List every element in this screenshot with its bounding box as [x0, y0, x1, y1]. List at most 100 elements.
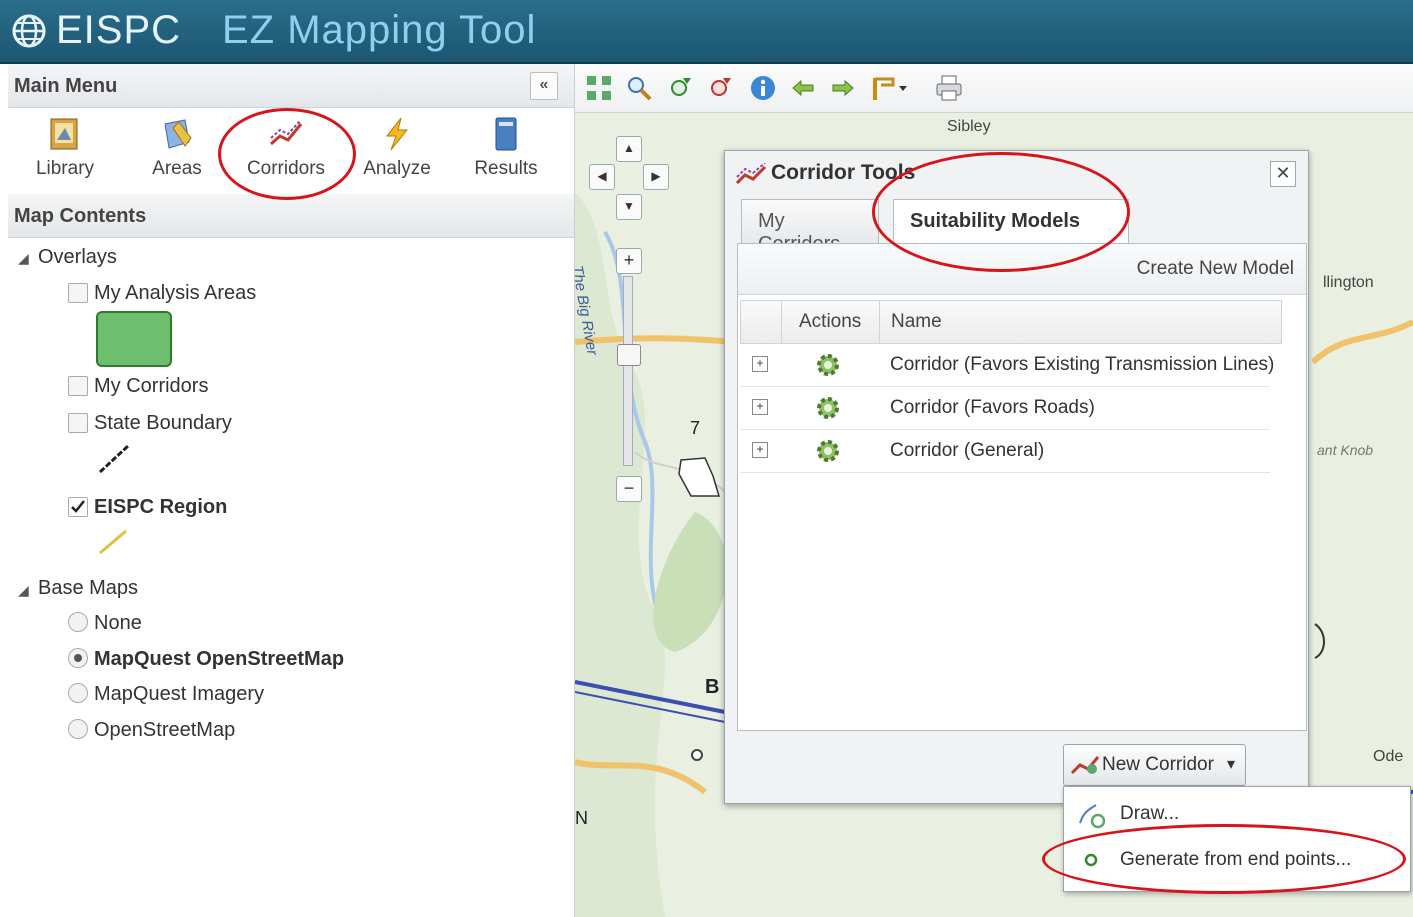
menu-item-analyze[interactable]: Analyze — [352, 116, 442, 180]
forward-arrow-icon[interactable] — [829, 74, 857, 102]
measure-dropdown-icon[interactable] — [869, 74, 909, 102]
map-contents-title: Map Contents — [14, 205, 147, 227]
overlays-expand-arrow-icon[interactable]: ◢ — [18, 250, 29, 267]
app-title-tool: EZ Mapping Tool — [222, 8, 537, 52]
map-label-ellington: llington — [1323, 274, 1374, 291]
overlay-label-state-boundary: State Boundary — [94, 412, 232, 434]
map-label-sibley: Sibley — [947, 118, 991, 135]
zoom-out-icon[interactable] — [707, 74, 735, 102]
state-boundary-line-icon — [98, 444, 130, 474]
menu-item-library[interactable]: Library — [20, 116, 110, 180]
zoom-slider-thumb[interactable] — [617, 344, 641, 366]
pan-left-button[interactable]: ◀ — [589, 164, 615, 190]
gear-icon[interactable] — [814, 394, 842, 422]
tab-my-corridors[interactable]: My Corridors — [741, 199, 879, 255]
menu-item-generate-label: Generate from end points... — [1120, 849, 1352, 870]
menu-item-areas[interactable]: Areas — [132, 116, 222, 180]
basemap-label-mapquest-osm: MapQuest OpenStreetMap — [94, 648, 345, 670]
full-extent-icon[interactable] — [585, 74, 613, 102]
column-header-actions[interactable]: Actions — [799, 311, 861, 333]
suitability-models-panel: Create New Model Actions Name + Corridor… — [737, 243, 1307, 731]
basemap-radio-openstreetmap[interactable] — [68, 719, 88, 739]
analysis-area-swatch — [96, 311, 172, 367]
map-label-ode: Ode — [1373, 748, 1404, 765]
chevron-down-icon: ▾ — [1227, 756, 1236, 773]
table-row[interactable]: + Corridor (Favors Existing Transmission… — [740, 344, 1274, 387]
menu-item-generate[interactable]: Generate from end points... — [1064, 839, 1410, 879]
models-grid-header: Actions Name — [740, 300, 1282, 344]
zoom-tool-icon[interactable] — [625, 74, 653, 102]
basemaps-expand-arrow-icon[interactable]: ◢ — [18, 582, 29, 599]
new-corridor-button[interactable]: New Corridor ▾ — [1063, 744, 1246, 786]
new-corridor-icon — [1070, 756, 1100, 775]
menu-item-label: Areas — [152, 158, 202, 179]
create-model-bar: Create New Model — [738, 244, 1306, 295]
app-title-bar: EISPC EZ Mapping Tool — [0, 0, 1413, 64]
expand-row-icon[interactable]: + — [752, 399, 768, 415]
zoom-in-button[interactable]: + — [616, 248, 642, 274]
gear-icon[interactable] — [814, 351, 842, 379]
column-header-name[interactable]: Name — [891, 311, 942, 333]
menu-item-label: Library — [35, 158, 95, 179]
basemap-radio-mapquest-osm[interactable] — [68, 648, 88, 668]
globe-icon — [12, 14, 46, 48]
corridor-tools-title: Corridor Tools — [771, 161, 916, 184]
menu-item-label: Analyze — [363, 158, 431, 179]
model-name: Corridor (General) — [890, 440, 1045, 461]
map-toolbar — [575, 64, 1413, 113]
menu-item-draw-label: Draw... — [1120, 803, 1180, 824]
map-label-b: B — [705, 676, 720, 698]
zoom-out-button[interactable]: − — [616, 476, 642, 502]
left-panel: Main Menu « Library Areas Corridors Anal… — [8, 64, 575, 917]
pan-down-button[interactable]: ▼ — [616, 194, 642, 220]
endpoint-icon — [1084, 853, 1098, 867]
create-new-model-button[interactable]: Create New Model — [1137, 258, 1294, 280]
map-label-knob: ant Knob — [1317, 442, 1374, 458]
tab-suitability-models[interactable]: Suitability Models — [893, 199, 1129, 243]
menu-item-results[interactable]: Results — [461, 116, 551, 180]
close-icon[interactable]: ✕ — [1270, 161, 1296, 187]
overlay-label-eispc-region: EISPC Region — [94, 496, 228, 518]
map-contents-header: Map Contents — [8, 194, 574, 238]
expand-row-icon[interactable]: + — [752, 356, 768, 372]
basemap-radio-mapquest-imagery[interactable] — [68, 683, 88, 703]
overlays-label: Overlays — [38, 246, 117, 268]
gear-icon[interactable] — [814, 437, 842, 465]
menu-item-label: Corridors — [246, 158, 326, 179]
info-icon[interactable] — [749, 74, 777, 102]
overlay-checkbox-state-boundary[interactable] — [68, 413, 88, 433]
route-shield-label: 7 — [690, 418, 701, 438]
analyze-icon — [379, 116, 415, 152]
map-label-n: N — [575, 808, 588, 828]
back-arrow-icon[interactable] — [789, 74, 817, 102]
overlay-checkbox-eispc-region[interactable] — [68, 497, 88, 517]
model-name: Corridor (Favors Existing Transmission L… — [890, 354, 1275, 375]
basemap-radio-none[interactable] — [68, 612, 88, 632]
basemap-label-mapquest-imagery: MapQuest Imagery — [94, 683, 265, 705]
new-corridor-dropdown: Draw... Generate from end points... — [1063, 786, 1411, 892]
zoom-slider-track[interactable] — [623, 276, 633, 466]
pan-up-button[interactable]: ▲ — [616, 136, 642, 162]
corridor-tools-dialog: Corridor Tools ✕ My Corridors Suitabilit… — [724, 150, 1309, 804]
menu-item-draw[interactable]: Draw... — [1064, 793, 1410, 833]
basemaps-label: Base Maps — [38, 577, 139, 599]
menu-item-corridors[interactable]: Corridors — [241, 116, 331, 180]
app-title-eispc: EISPC — [56, 8, 182, 52]
check-icon — [71, 500, 85, 513]
pan-right-button[interactable]: ▶ — [643, 164, 669, 190]
table-row[interactable]: + Corridor (General) — [740, 430, 1270, 473]
zoom-in-icon[interactable] — [667, 74, 695, 102]
expand-row-icon[interactable]: + — [752, 442, 768, 458]
library-icon — [47, 116, 83, 152]
basemap-label-openstreetmap: OpenStreetMap — [94, 719, 236, 741]
overlay-checkbox-analysis-areas[interactable] — [68, 283, 88, 303]
corridor-tools-icon — [735, 163, 767, 185]
main-menu-header: Main Menu « — [8, 64, 574, 108]
menu-item-label: Results — [474, 158, 538, 179]
collapse-panel-button[interactable]: « — [530, 72, 558, 100]
new-corridor-label: New Corridor — [1102, 754, 1214, 775]
table-row[interactable]: + Corridor (Favors Roads) — [740, 387, 1270, 430]
main-menu-title: Main Menu — [14, 75, 118, 97]
overlay-checkbox-my-corridors[interactable] — [68, 376, 88, 396]
print-icon[interactable] — [935, 74, 963, 102]
